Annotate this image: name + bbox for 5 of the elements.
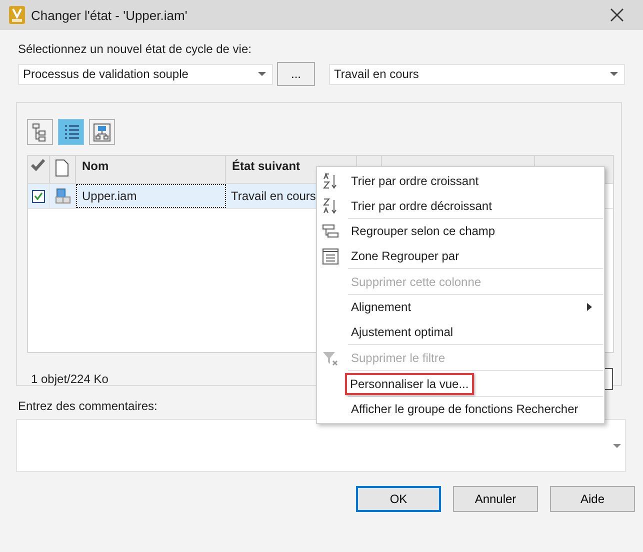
comments-label: Entrez des commentaires:	[18, 399, 158, 413]
window-title: Changer l'état - 'Upper.iam'	[31, 8, 188, 22]
lifecycle-label: Sélectionnez un nouvel état de cycle de vie:	[18, 42, 252, 56]
status-text: 1 objet/224 Ko	[31, 372, 108, 386]
table-cell: Upper.iam	[76, 184, 226, 208]
